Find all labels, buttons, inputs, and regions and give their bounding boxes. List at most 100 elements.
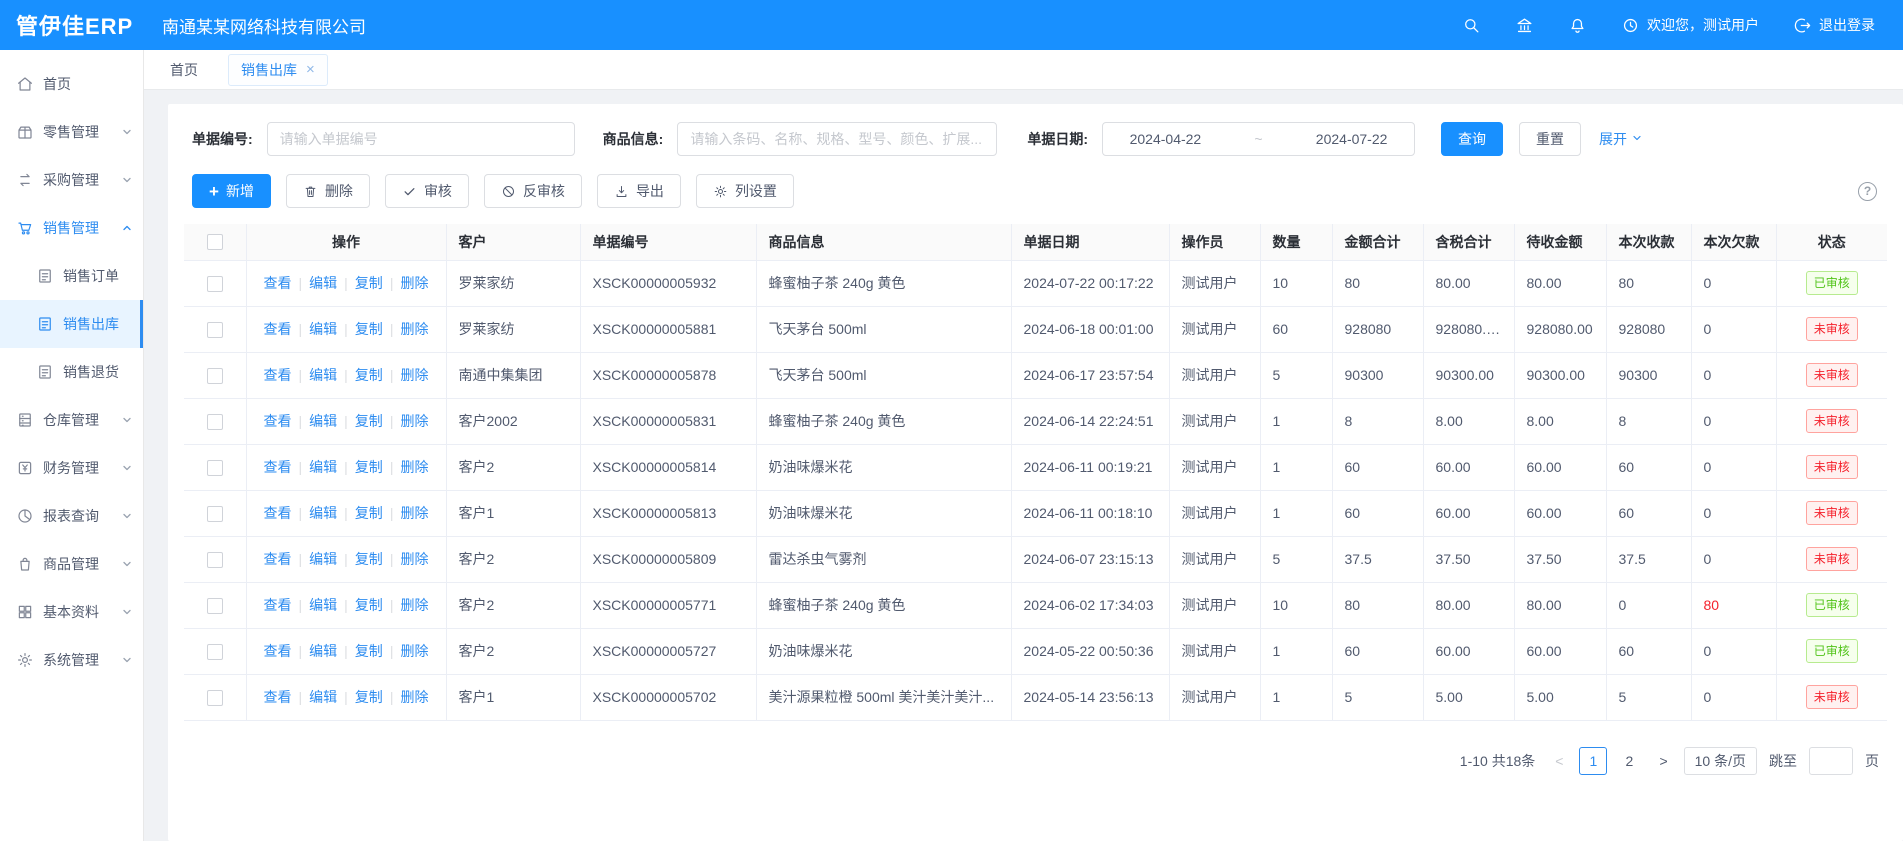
export-button[interactable]: 导出 — [597, 174, 681, 208]
edit-link[interactable]: 编辑 — [309, 459, 337, 475]
edit-link[interactable]: 编辑 — [309, 689, 337, 705]
add-button[interactable]: +新增 — [192, 174, 271, 208]
date-range-picker[interactable]: 2024-04-22 ~ 2024-07-22 — [1102, 122, 1415, 156]
column-settings-button[interactable]: 列设置 — [696, 174, 794, 208]
row-checkbox[interactable] — [207, 414, 223, 430]
view-link[interactable]: 查看 — [264, 505, 292, 521]
row-checkbox[interactable] — [207, 276, 223, 292]
sidebar-item-basic-data[interactable]: 基本资料 — [0, 588, 143, 636]
sidebar-item-sales-mgmt[interactable]: 销售管理 — [0, 204, 143, 252]
edit-link[interactable]: 编辑 — [309, 367, 337, 383]
status-cell: 未审核 — [1776, 536, 1887, 582]
page-size-select[interactable]: 10 条/页 — [1684, 747, 1757, 775]
copy-link[interactable]: 复制 — [355, 413, 383, 429]
row-checkbox[interactable] — [207, 552, 223, 568]
view-link[interactable]: 查看 — [264, 643, 292, 659]
row-checkbox[interactable] — [207, 368, 223, 384]
logout-button[interactable]: 退出登录 — [1793, 15, 1875, 35]
delete-link[interactable]: 删除 — [400, 689, 428, 705]
next-page-button[interactable]: > — [1655, 753, 1671, 769]
welcome-user[interactable]: 欢迎您，测试用户 — [1621, 15, 1759, 35]
row-checkbox[interactable] — [207, 598, 223, 614]
bank-icon[interactable] — [1515, 16, 1534, 35]
sidebar-item-sales-return[interactable]: 销售退货 — [0, 348, 143, 396]
copy-link[interactable]: 复制 — [355, 505, 383, 521]
jump-unit-label: 页 — [1865, 751, 1879, 771]
edit-link[interactable]: 编辑 — [309, 505, 337, 521]
row-checkbox[interactable] — [207, 322, 223, 338]
bell-icon[interactable] — [1568, 16, 1587, 35]
delete-link[interactable]: 删除 — [400, 413, 428, 429]
sidebar-item-home[interactable]: 首页 — [0, 60, 143, 108]
sidebar-item-purchase-mgmt[interactable]: 采购管理 — [0, 156, 143, 204]
row-checkbox[interactable] — [207, 460, 223, 476]
copy-link[interactable]: 复制 — [355, 551, 383, 567]
delete-link[interactable]: 删除 — [400, 321, 428, 337]
view-link[interactable]: 查看 — [264, 367, 292, 383]
sidebar-item-report-query[interactable]: 报表查询 — [0, 492, 143, 540]
expand-link[interactable]: 展开 — [1599, 129, 1643, 149]
copy-link[interactable]: 复制 — [355, 643, 383, 659]
amount-cell: 80 — [1332, 582, 1423, 628]
close-icon[interactable]: × — [306, 62, 315, 77]
qty-cell: 1 — [1260, 398, 1332, 444]
sidebar-item-system-mgmt[interactable]: 系统管理 — [0, 636, 143, 684]
row-checkbox[interactable] — [207, 644, 223, 660]
edit-link[interactable]: 编辑 — [309, 321, 337, 337]
sidebar-item-product-mgmt[interactable]: 商品管理 — [0, 540, 143, 588]
help-icon[interactable]: ? — [1858, 182, 1877, 201]
qty-cell: 1 — [1260, 444, 1332, 490]
delete-link[interactable]: 删除 — [400, 459, 428, 475]
tab-home[interactable]: 首页 — [166, 54, 202, 86]
bill-no-input[interactable] — [267, 122, 575, 156]
row-checkbox[interactable] — [207, 690, 223, 706]
select-all-checkbox[interactable] — [207, 234, 223, 250]
home-icon — [16, 75, 34, 93]
edit-link[interactable]: 编辑 — [309, 413, 337, 429]
status-cell: 未审核 — [1776, 306, 1887, 352]
search-button[interactable]: 查询 — [1441, 122, 1503, 156]
delete-link[interactable]: 删除 — [400, 551, 428, 567]
edit-link[interactable]: 编辑 — [309, 551, 337, 567]
view-link[interactable]: 查看 — [264, 689, 292, 705]
delete-link[interactable]: 删除 — [400, 505, 428, 521]
copy-link[interactable]: 复制 — [355, 275, 383, 291]
tab-sales-outbound[interactable]: 销售出库× — [228, 54, 328, 86]
copy-link[interactable]: 复制 — [355, 597, 383, 613]
delete-link[interactable]: 删除 — [400, 275, 428, 291]
delete-button[interactable]: 删除 — [286, 174, 370, 208]
copy-link[interactable]: 复制 — [355, 689, 383, 705]
copy-link[interactable]: 复制 — [355, 367, 383, 383]
sidebar-item-warehouse-mgmt[interactable]: 仓库管理 — [0, 396, 143, 444]
view-link[interactable]: 查看 — [264, 551, 292, 567]
row-checkbox[interactable] — [207, 506, 223, 522]
edit-link[interactable]: 编辑 — [309, 275, 337, 291]
view-link[interactable]: 查看 — [264, 321, 292, 337]
view-link[interactable]: 查看 — [264, 413, 292, 429]
product-info-input[interactable] — [677, 122, 997, 156]
search-icon[interactable] — [1462, 16, 1481, 35]
sidebar-item-label: 首页 — [43, 74, 71, 94]
page-number-1[interactable]: 1 — [1579, 747, 1607, 775]
delete-link[interactable]: 删除 — [400, 643, 428, 659]
delete-link[interactable]: 删除 — [400, 367, 428, 383]
jump-to-input[interactable] — [1809, 747, 1853, 775]
reset-button[interactable]: 重置 — [1519, 122, 1581, 156]
copy-link[interactable]: 复制 — [355, 459, 383, 475]
received-cell: 37.5 — [1606, 536, 1691, 582]
sidebar-item-sales-order[interactable]: 销售订单 — [0, 252, 143, 300]
view-link[interactable]: 查看 — [264, 459, 292, 475]
edit-link[interactable]: 编辑 — [309, 643, 337, 659]
sidebar-item-finance-mgmt[interactable]: 财务管理 — [0, 444, 143, 492]
sidebar-item-sales-outbound[interactable]: 销售出库 — [0, 300, 143, 348]
edit-link[interactable]: 编辑 — [309, 597, 337, 613]
page-number-2[interactable]: 2 — [1615, 747, 1643, 775]
view-link[interactable]: 查看 — [264, 275, 292, 291]
delete-link[interactable]: 删除 — [400, 597, 428, 613]
audit-button[interactable]: 审核 — [385, 174, 469, 208]
view-link[interactable]: 查看 — [264, 597, 292, 613]
sidebar-item-retail-mgmt[interactable]: 零售管理 — [0, 108, 143, 156]
prev-page-button[interactable]: < — [1551, 753, 1567, 769]
copy-link[interactable]: 复制 — [355, 321, 383, 337]
unaudit-button[interactable]: 反审核 — [484, 174, 582, 208]
